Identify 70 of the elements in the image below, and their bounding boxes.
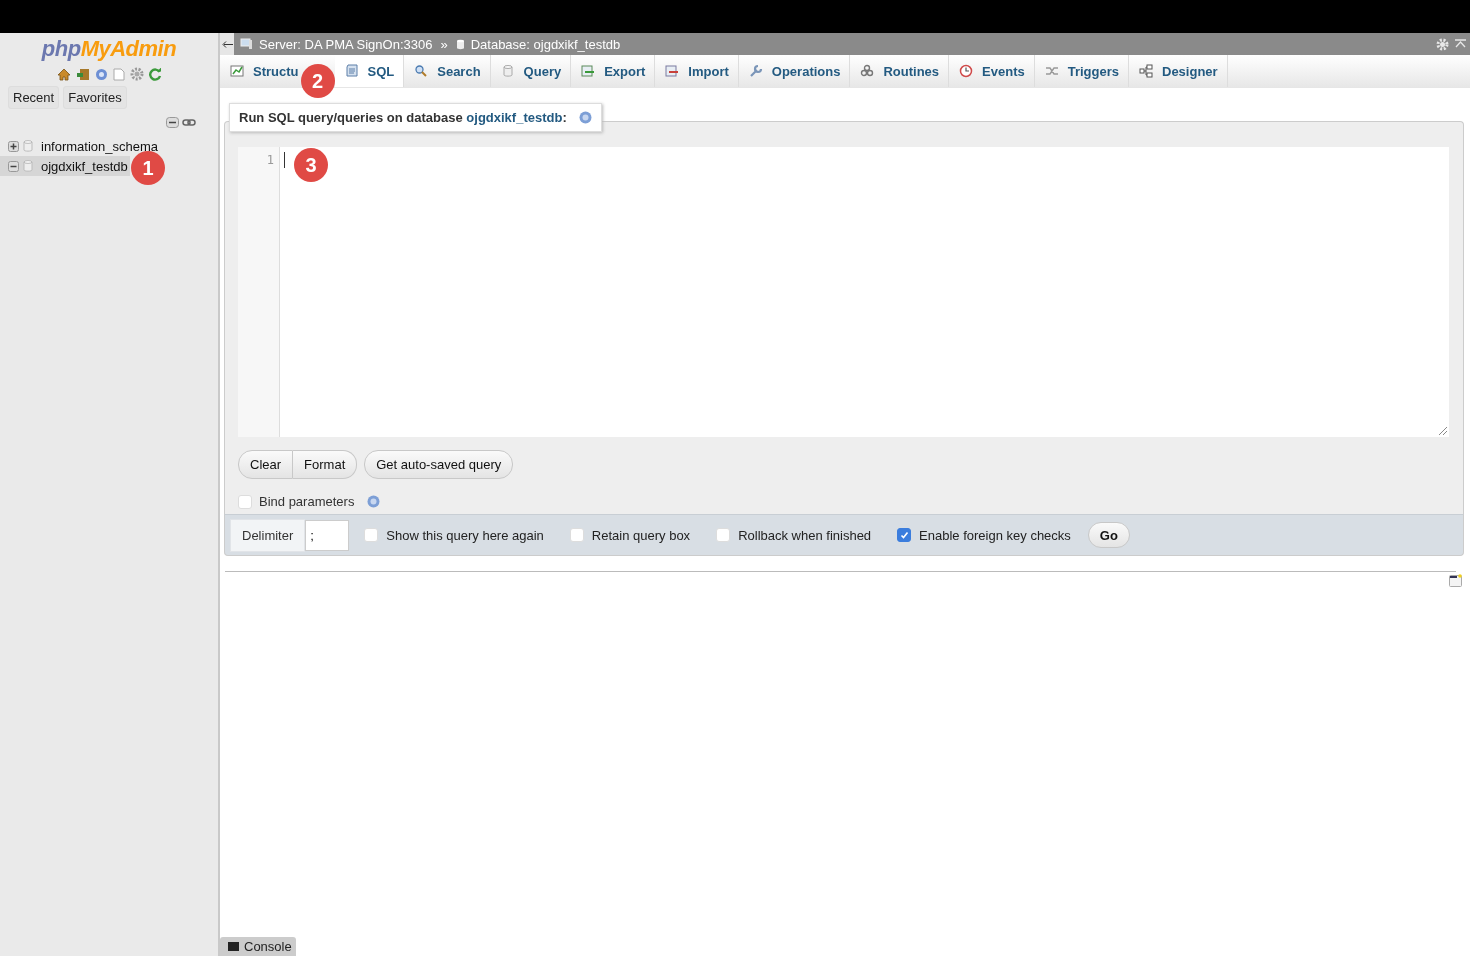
help-icon[interactable] xyxy=(367,495,381,508)
resize-handle-icon[interactable] xyxy=(1439,427,1447,435)
notepad-icon[interactable] xyxy=(1449,574,1462,587)
tab[interactable]: Routines xyxy=(850,55,950,87)
collapse-all-icon[interactable] xyxy=(166,117,179,128)
expand-icon[interactable] xyxy=(8,140,19,152)
go-button[interactable]: Go xyxy=(1087,522,1130,548)
section-title: Run SQL query/queries on database ojgdxikf_testdb: xyxy=(239,110,567,125)
tab[interactable]: Operations xyxy=(738,55,851,87)
line-number: 1 xyxy=(265,153,274,167)
terminal-icon xyxy=(228,942,239,951)
database-icon xyxy=(23,140,33,152)
auto-saved-query-button[interactable]: Get auto-saved query xyxy=(364,450,514,479)
tab[interactable]: SQL xyxy=(334,55,405,87)
check-icon xyxy=(899,530,909,540)
tab[interactable]: Triggers xyxy=(1034,55,1129,87)
tab[interactable]: Export xyxy=(571,55,656,87)
step-badge: 2 xyxy=(300,64,335,98)
back-arrow-icon[interactable] xyxy=(221,40,233,48)
link-icon[interactable] xyxy=(182,117,196,128)
collapse-icon[interactable] xyxy=(8,160,19,172)
text-cursor xyxy=(284,152,285,168)
magnifier-icon xyxy=(414,64,429,78)
home-icon[interactable] xyxy=(56,67,71,81)
sidebar-tab[interactable]: Favorites xyxy=(63,86,127,109)
checkbox-label: Bind parameters xyxy=(259,494,355,509)
import-icon xyxy=(665,64,680,78)
checkbox-label: Rollback when finished xyxy=(738,527,872,543)
trigger-icon xyxy=(1044,64,1059,78)
cylinder-icon xyxy=(500,64,515,78)
delimiter-field[interactable]: ; xyxy=(305,519,350,551)
server-icon xyxy=(240,38,253,50)
document-icon[interactable] xyxy=(112,67,125,81)
wrench-icon xyxy=(748,64,763,78)
checkbox[interactable] xyxy=(897,528,912,542)
breadcrumb-separator: » xyxy=(440,36,448,52)
database-icon xyxy=(455,38,465,50)
database-name: ojgdxikf_testdb xyxy=(41,158,128,174)
tab[interactable]: Query xyxy=(490,55,572,87)
help-icon[interactable] xyxy=(578,111,592,124)
tab[interactable]: Structu xyxy=(220,55,301,87)
gears-icon xyxy=(860,64,875,78)
database-icon xyxy=(23,160,33,172)
table-icon xyxy=(230,64,244,78)
export-icon xyxy=(581,64,596,78)
tab[interactable]: Import xyxy=(655,55,739,87)
database-link[interactable]: Database: ojgdxikf_testdb xyxy=(470,36,621,52)
database-name: information_schema xyxy=(41,138,159,154)
clock-icon xyxy=(959,64,974,78)
settings-icon[interactable] xyxy=(129,67,144,81)
checkbox-label: Enable foreign key checks xyxy=(919,527,1071,543)
format-button[interactable]: Format xyxy=(293,450,358,479)
scroll-icon xyxy=(344,64,359,78)
diagram-icon xyxy=(1139,64,1153,78)
exit-icon[interactable] xyxy=(75,67,90,81)
tree-item[interactable]: ojgdxikf_testdb xyxy=(0,156,130,176)
sidebar-tab[interactable]: Recent xyxy=(8,86,60,109)
checkbox-label: Show this query here again xyxy=(386,527,544,543)
app-logo[interactable]: phpMyAdmin xyxy=(0,33,218,62)
reload-icon[interactable] xyxy=(148,67,162,81)
clear-button[interactable]: Clear xyxy=(238,450,294,479)
server-link[interactable]: Server: DA PMA SignOn:3306 xyxy=(259,36,433,52)
help-icon[interactable] xyxy=(94,67,108,81)
tab[interactable]: Search xyxy=(404,55,491,87)
checkbox-label: Retain query box xyxy=(591,527,691,543)
database-link[interactable]: ojgdxikf_testdb xyxy=(466,110,563,125)
console-tab[interactable]: Console xyxy=(220,937,296,956)
delimiter-label: Delimiter xyxy=(230,518,306,552)
tab[interactable]: Designer xyxy=(1129,55,1228,87)
tab[interactable]: Events xyxy=(949,55,1035,87)
